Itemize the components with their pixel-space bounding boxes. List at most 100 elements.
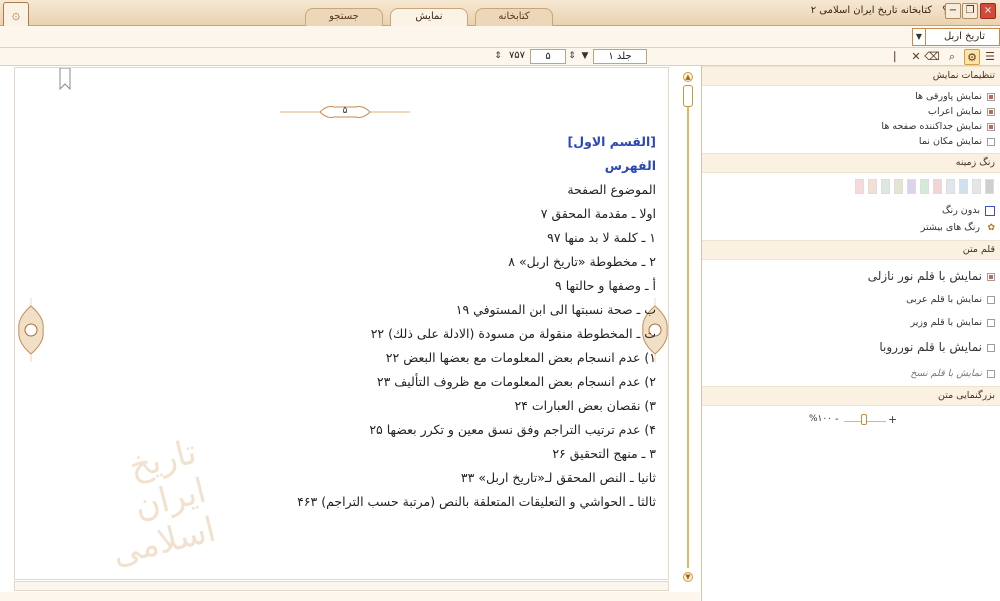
scroll-down-icon[interactable]: ▼ bbox=[683, 572, 693, 582]
gear-icon[interactable]: ⚙ bbox=[964, 49, 980, 65]
color-swatch[interactable] bbox=[907, 179, 916, 194]
option-label: نمایش با قلم نسخ bbox=[910, 368, 982, 379]
navigation-toolbar: ☰ ⚙ ⌕ ⌫ ✕ ⎸ ▼ جلد ۱ ⇕ ۵ ⇕ ۷۵۷ bbox=[0, 48, 1000, 66]
reader-page[interactable]: ۵ تاریخ ایران اسلامی [القسم الاول] الفهرس… bbox=[14, 67, 669, 580]
checkbox-diacritics[interactable] bbox=[987, 107, 995, 116]
checkbox-cursor[interactable] bbox=[987, 137, 995, 146]
color-swatch[interactable] bbox=[855, 179, 864, 194]
fullscreen-icon[interactable]: ✕ bbox=[908, 49, 924, 65]
book-toolbar: تاریخ اربل ▼ bbox=[0, 26, 1000, 48]
color-swatch[interactable] bbox=[946, 179, 955, 194]
option-cursor[interactable]: نمایش مکان نما bbox=[919, 135, 995, 149]
horizontal-scrollbar[interactable] bbox=[14, 581, 669, 591]
option-label: نمایش با قلم وزیر bbox=[910, 317, 982, 328]
tab-display[interactable]: نمایش bbox=[390, 8, 468, 26]
option-label: نمایش با قلم نور نازلی bbox=[867, 269, 982, 283]
radio-vazir[interactable] bbox=[987, 318, 995, 327]
zoom-value: %۱۰۰ bbox=[809, 414, 833, 424]
font-option-naskh[interactable]: نمایش با قلم نسخ bbox=[910, 367, 995, 381]
zoom-control: %۱۰۰ - + bbox=[702, 413, 1000, 428]
window-title: کتابخانه تاریخ ایران اسلامی ۲ bbox=[810, 5, 932, 16]
erase-icon[interactable]: ⌫ bbox=[924, 49, 940, 65]
color-swatch[interactable] bbox=[933, 179, 942, 194]
more-colors-label: رنگ های بیشتر bbox=[920, 222, 980, 233]
volume-dropdown-arrow[interactable]: ▼ bbox=[580, 49, 590, 64]
radio-nazli[interactable] bbox=[987, 272, 995, 281]
page-spinner-arrows[interactable]: ⇕ bbox=[567, 49, 577, 64]
content-line: ۳) نقصان بعض العبارات ۲۴ bbox=[514, 398, 656, 413]
color-swatch[interactable] bbox=[920, 179, 929, 194]
total-spinner-arrows[interactable]: ⇕ bbox=[493, 49, 503, 64]
content-line: الفهرس bbox=[604, 158, 656, 173]
content-line: ب ـ صحة نسبتها الى ابن المستوفي ۱۹ bbox=[455, 302, 656, 317]
option-page-separator[interactable]: نمایش جداکننده صفحه ها bbox=[881, 120, 995, 134]
color-swatch[interactable] bbox=[868, 179, 877, 194]
content-line: ۳ ـ منهج التحقيق ۲۶ bbox=[552, 446, 656, 461]
font-option-nazli[interactable]: نمایش با قلم نور نازلی bbox=[868, 267, 995, 285]
tab-search[interactable]: جستجو bbox=[305, 8, 383, 26]
scroll-thumb[interactable] bbox=[683, 85, 693, 107]
book-select-value: تاریخ اربل bbox=[943, 31, 985, 42]
radio-arabic[interactable] bbox=[987, 295, 995, 304]
app-window: ۞ جستجو نمایش کتابخانه کتابخانه تاریخ ای… bbox=[0, 0, 1000, 601]
content-line: ۲) عدم انسجام بعض المعلومات مع ظروف التأ… bbox=[376, 374, 656, 389]
more-colors-option[interactable]: ✿ رنگ های بیشتر bbox=[921, 221, 995, 235]
color-swatch[interactable] bbox=[881, 179, 890, 194]
option-footnotes[interactable]: نمایش پاورقی ها bbox=[915, 90, 995, 104]
restore-button[interactable]: ❐ bbox=[962, 3, 978, 19]
font-option-vazir[interactable]: نمایش با قلم وزیر bbox=[911, 316, 995, 330]
volume-select[interactable]: جلد ۱ bbox=[593, 49, 647, 64]
bookmark-toolbar-icon[interactable]: ⎸ bbox=[892, 49, 908, 65]
zoom-slider-thumb[interactable] bbox=[860, 414, 867, 425]
zoom-header: بزرگنمایی متن bbox=[702, 386, 1000, 406]
option-label: نمایش با قلم عربی bbox=[906, 294, 982, 305]
content-line: اولا ـ مقدمة المحقق ۷ bbox=[540, 206, 656, 221]
minimize-button[interactable]: − bbox=[945, 3, 961, 19]
close-button[interactable]: × bbox=[980, 3, 996, 19]
display-settings-header: تنظیمات نمایش bbox=[702, 66, 1000, 86]
checkbox-page-separator[interactable] bbox=[987, 122, 995, 131]
search-icon[interactable]: ⌕ bbox=[944, 49, 960, 65]
left-ornament bbox=[18, 298, 44, 362]
no-color-label: بدون رنگ bbox=[942, 205, 980, 216]
vertical-scrollbar[interactable]: ▲ ▼ bbox=[681, 70, 695, 582]
book-select[interactable]: تاریخ اربل ▼ bbox=[912, 28, 1000, 46]
scroll-track[interactable] bbox=[687, 88, 689, 568]
no-color-option[interactable]: بدون رنگ bbox=[942, 204, 995, 218]
app-logo-icon: ۞ bbox=[3, 2, 29, 28]
status-bar bbox=[0, 592, 700, 601]
palette-icon[interactable]: ✿ bbox=[985, 223, 995, 233]
content-line: ۱ ـ كلمة لا بد منها ۹۷ bbox=[547, 230, 656, 245]
chevron-down-icon[interactable]: ▼ bbox=[913, 29, 926, 45]
bookmark-icon[interactable] bbox=[59, 68, 71, 90]
option-label: نمایش مکان نما bbox=[918, 136, 982, 147]
option-label: نمایش اعراب bbox=[928, 106, 982, 117]
font-option-arabic[interactable]: نمایش با قلم عربی bbox=[906, 293, 995, 307]
content-line: ثالثا ـ الحواشي و التعليقات المتعلقة بال… bbox=[297, 494, 656, 509]
content-line: [القسم الاول] bbox=[567, 134, 656, 149]
page-content: [القسم الاول] الفهرس الموضوع الصفحة اولا ـ … bbox=[136, 130, 656, 514]
list-icon[interactable]: ☰ bbox=[982, 49, 998, 65]
content-line: الموضوع الصفحة bbox=[567, 182, 656, 197]
checkbox-footnotes[interactable] bbox=[987, 92, 995, 101]
settings-panel: تنظیمات نمایش نمایش پاورقی ها نمایش اعرا… bbox=[701, 66, 1000, 601]
color-swatch[interactable] bbox=[959, 179, 968, 194]
radio-naskh[interactable] bbox=[987, 369, 995, 378]
zoom-in-button[interactable]: + bbox=[888, 413, 897, 426]
radio-noorroba[interactable] bbox=[987, 343, 995, 352]
content-line: ثانيا ـ النص المحقق لـ«تاريخ اربل» ۳۳ bbox=[460, 470, 656, 485]
page-input[interactable]: ۵ bbox=[530, 49, 566, 64]
zoom-out-button[interactable]: - bbox=[835, 414, 839, 425]
color-swatch[interactable] bbox=[894, 179, 903, 194]
font-option-noorroba[interactable]: نمایش با قلم نورروبا bbox=[879, 338, 995, 356]
option-label: نمایش پاورقی ها bbox=[915, 91, 982, 102]
content-line: ۲ ـ مخطوطة «تاريخ اربل» ۸ bbox=[508, 254, 656, 269]
color-swatch[interactable] bbox=[972, 179, 981, 194]
title-bar: ۞ جستجو نمایش کتابخانه کتابخانه تاریخ ای… bbox=[0, 0, 1000, 28]
tab-library[interactable]: کتابخانه bbox=[475, 8, 553, 26]
no-color-icon[interactable] bbox=[985, 205, 995, 216]
scroll-up-icon[interactable]: ▲ bbox=[683, 72, 693, 82]
option-diacritics[interactable]: نمایش اعراب bbox=[928, 105, 995, 119]
page-number: ۵ bbox=[342, 106, 348, 116]
color-swatch[interactable] bbox=[985, 179, 994, 194]
